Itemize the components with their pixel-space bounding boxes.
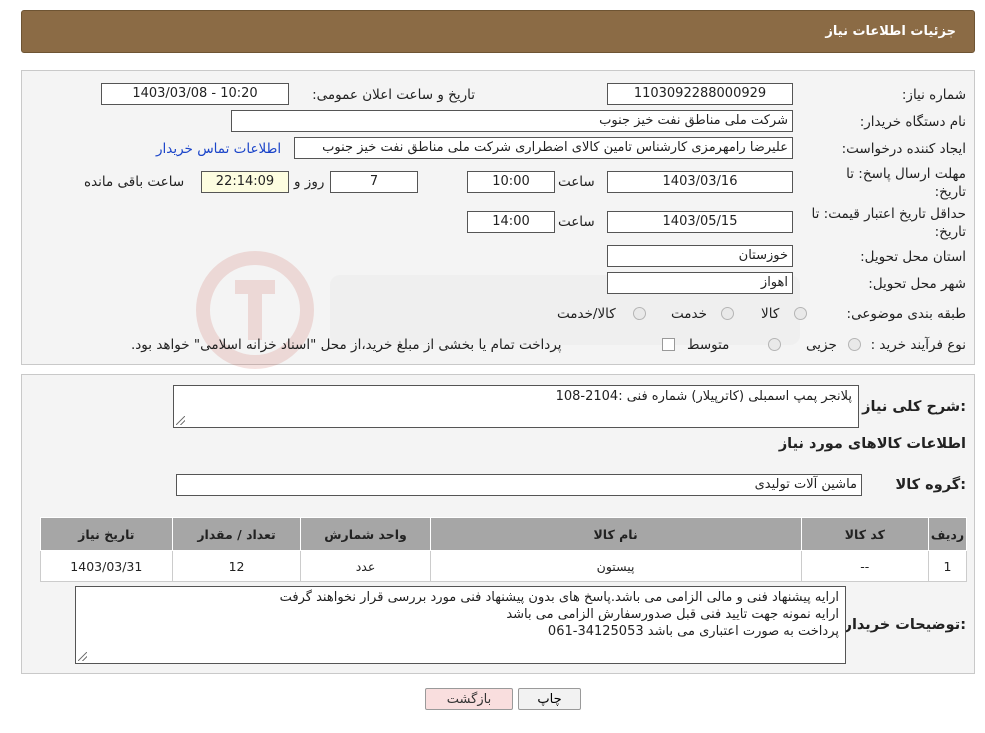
table-header-row: ردیف کد کالا نام کالا واحد شمارش تعداد /…: [40, 517, 967, 551]
cell-quantity: 12: [171, 550, 302, 582]
cell-need-date: 1403/03/31: [40, 550, 173, 582]
notes-label: توضیحات خریدار:: [843, 617, 966, 633]
process-radio-medium[interactable]: [768, 338, 781, 351]
creator-field[interactable]: علیرضا رامهرمزی کارشناس تامین کالای اضطر…: [294, 137, 793, 159]
page-header: جزئیات اطلاعات نیاز: [21, 10, 975, 53]
items-table: ردیف کد کالا نام کالا واحد شمارش تعداد /…: [40, 517, 967, 582]
category-option-goods: کالا: [761, 306, 780, 322]
deadline-label-1: مهلت ارسال پاسخ: تا: [846, 166, 966, 182]
days-label: روز و: [294, 174, 325, 190]
notes-line-3: پرداخت به صورت اعتباری می باشد 34125053-…: [547, 624, 839, 639]
city-field[interactable]: اهواز: [607, 272, 793, 294]
goods-group-label: گروه کالا:: [895, 477, 966, 493]
validity-date-field[interactable]: 1403/05/15: [607, 211, 793, 233]
buyer-label: نام دستگاه خریدار:: [859, 114, 966, 130]
announce-label: تاریخ و ساعت اعلان عمومی:: [312, 87, 475, 103]
buyer-field[interactable]: شرکت ملی مناطق نفت خیز جنوب: [231, 110, 793, 132]
process-radio-minor[interactable]: [848, 338, 861, 351]
process-option-medium: متوسط: [687, 337, 730, 353]
province-field[interactable]: خوزستان: [607, 245, 793, 267]
table-row[interactable]: 1 -- پیستون عدد 12 1403/03/31: [40, 550, 967, 582]
validity-label-2: تاریخ:: [934, 224, 966, 240]
deadline-label-2: تاریخ:: [934, 184, 966, 200]
announce-field[interactable]: 1403/03/08 - 10:20: [101, 83, 289, 105]
city-label: شهر محل تحویل:: [868, 276, 966, 292]
category-option-goods-service: کالا/خدمت: [557, 306, 616, 322]
buyer-contact-link[interactable]: اطلاعات تماس خریدار: [156, 141, 281, 157]
validity-label-1: حداقل تاریخ اعتبار قیمت: تا: [811, 206, 966, 222]
remaining-time-field[interactable]: 22:14:09: [201, 171, 289, 193]
need-number-label: شماره نیاز:: [901, 87, 966, 103]
cell-unit: عدد: [300, 550, 431, 582]
summary-label: شرح کلی نیاز:: [862, 399, 966, 415]
payment-checkbox[interactable]: [662, 338, 675, 351]
category-label: طبقه بندی موضوعی:: [846, 306, 966, 322]
back-button[interactable]: بازگشت: [425, 688, 513, 710]
notes-line-2: ارایه نمونه جهت تایید فنی قبل صدورسفارش …: [506, 607, 839, 622]
header-need-date: تاریخ نیاز: [40, 517, 173, 551]
deadline-date-field[interactable]: 1403/03/16: [607, 171, 793, 193]
creator-label: ایجاد کننده درخواست:: [841, 141, 966, 157]
goods-group-field[interactable]: ماشین آلات تولیدی: [176, 474, 862, 496]
category-radio-service[interactable]: [721, 307, 734, 320]
header-item-code: کد کالا: [800, 517, 930, 551]
days-field[interactable]: 7: [330, 171, 418, 193]
summary-field[interactable]: پلانجر پمپ اسمبلی (کاترپیلار) شماره فنی …: [173, 385, 859, 428]
header-item-name: نام کالا: [429, 517, 802, 551]
process-option-minor: جزیی: [806, 337, 837, 353]
print-button[interactable]: چاپ: [518, 688, 581, 710]
cell-item-name: پیستون: [429, 550, 802, 582]
cell-row-number: 1: [928, 550, 967, 582]
summary-resize-handle[interactable]: [176, 416, 185, 425]
summary-text: پلانجر پمپ اسمبلی (کاترپیلار) شماره فنی …: [555, 389, 852, 404]
page-title: جزئیات اطلاعات نیاز: [825, 24, 956, 39]
validity-time-label: ساعت: [558, 214, 595, 230]
notes-field[interactable]: ارایه پیشنهاد فنی و مالی الزامی می باشد.…: [75, 586, 846, 664]
header-quantity: تعداد / مقدار: [171, 517, 302, 551]
province-label: استان محل تحویل:: [860, 249, 966, 265]
header-unit: واحد شمارش: [300, 517, 431, 551]
deadline-time-field[interactable]: 10:00: [467, 171, 555, 193]
notes-line-1: ارایه پیشنهاد فنی و مالی الزامی می باشد.…: [279, 590, 839, 605]
goods-section-title: اطلاعات کالاهای مورد نیاز: [778, 436, 966, 452]
category-radio-goods[interactable]: [794, 307, 807, 320]
remaining-label: ساعت باقی مانده: [84, 174, 185, 190]
validity-time-field[interactable]: 14:00: [467, 211, 555, 233]
process-label: نوع فرآیند خرید :: [870, 337, 966, 353]
notes-resize-handle[interactable]: [78, 652, 87, 661]
payment-note: پرداخت تمام یا بخشی از مبلغ خرید،از محل …: [131, 337, 562, 353]
header-row-number: ردیف: [928, 517, 967, 551]
need-number-field[interactable]: 1103092288000929: [607, 83, 793, 105]
cell-item-code: --: [800, 550, 930, 582]
category-radio-goods-service[interactable]: [633, 307, 646, 320]
deadline-time-label: ساعت: [558, 174, 595, 190]
category-option-service: خدمت: [671, 306, 707, 322]
